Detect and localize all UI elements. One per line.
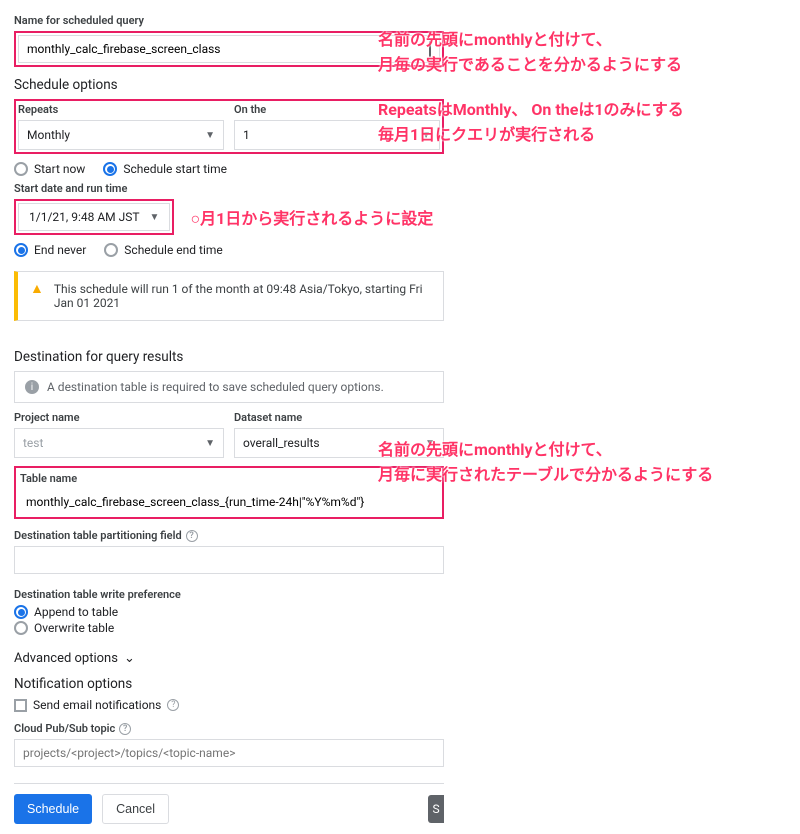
chevron-down-icon: ▼: [205, 130, 215, 141]
annotation-2: RepeatsはMonthly、 On theは1のみにする 毎月1日にクエリが…: [378, 98, 684, 148]
help-icon[interactable]: ?: [186, 530, 198, 542]
destination-note-text: A destination table is required to save …: [47, 380, 384, 394]
schedule-button[interactable]: Schedule: [14, 794, 92, 824]
schedule-info-banner: ▲ This schedule will run 1 of the month …: [14, 271, 444, 321]
append-radio[interactable]: Append to table: [14, 605, 444, 619]
dataset-name-value: overall_results: [243, 436, 320, 450]
start-now-radio[interactable]: Start now: [14, 162, 85, 176]
scheduled-query-name-input[interactable]: [19, 36, 421, 62]
project-name-value: test: [23, 436, 43, 450]
pubsub-input[interactable]: [14, 739, 444, 767]
schedule-info-text: This schedule will run 1 of the month at…: [54, 282, 431, 310]
start-now-label: Start now: [34, 162, 85, 176]
side-tab[interactable]: S: [428, 795, 444, 823]
notification-title: Notification options: [14, 676, 444, 692]
on-the-value: 1: [243, 128, 250, 142]
start-date-label: Start date and run time: [14, 182, 444, 195]
overwrite-radio[interactable]: Overwrite table: [14, 621, 444, 635]
destination-note: i A destination table is required to sav…: [14, 371, 444, 403]
schedule-end-radio[interactable]: Schedule end time: [104, 243, 222, 257]
end-never-label: End never: [34, 243, 86, 257]
project-name-label: Project name: [14, 411, 224, 424]
destination-title: Destination for query results: [14, 349, 444, 365]
dataset-name-label: Dataset name: [234, 411, 444, 424]
annotation-4: 名前の先頭にmonthlyと付けて、 月毎に実行されたテーブルで分かるようにする: [378, 438, 713, 488]
repeats-value: Monthly: [27, 128, 70, 142]
chevron-down-icon: ▼: [205, 438, 215, 449]
chevron-down-icon: ▼: [150, 212, 160, 223]
partition-input[interactable]: [14, 546, 444, 574]
repeats-label: Repeats: [18, 103, 224, 116]
table-name-label: Table name: [18, 470, 440, 485]
help-icon[interactable]: ?: [167, 699, 179, 711]
cancel-button[interactable]: Cancel: [102, 794, 169, 824]
annotation-1: 名前の先頭にmonthlyと付けて、 月毎の実行であることを分かるようにする: [378, 28, 682, 78]
pubsub-label: Cloud Pub/Sub topic ?: [14, 722, 444, 735]
send-email-checkbox[interactable]: Send email notifications ?: [14, 698, 444, 712]
project-name-select[interactable]: test ▼: [14, 428, 224, 458]
write-pref-label: Destination table write preference: [14, 588, 444, 601]
send-email-label: Send email notifications: [33, 698, 161, 712]
schedule-end-label: Schedule end time: [124, 243, 222, 257]
partition-label: Destination table partitioning field ?: [14, 529, 444, 542]
chevron-down-icon: ⌄: [124, 651, 135, 666]
advanced-label: Advanced options: [14, 651, 118, 666]
overwrite-label: Overwrite table: [34, 621, 114, 635]
repeats-select[interactable]: Monthly ▼: [18, 120, 224, 150]
schedule-start-radio[interactable]: Schedule start time: [103, 162, 227, 176]
schedule-options-title: Schedule options: [14, 77, 444, 93]
info-icon: i: [25, 380, 39, 394]
schedule-start-label: Schedule start time: [123, 162, 227, 176]
name-label: Name for scheduled query: [14, 14, 444, 27]
end-never-radio[interactable]: End never: [14, 243, 86, 257]
append-label: Append to table: [34, 605, 118, 619]
table-name-input[interactable]: [18, 489, 440, 515]
help-icon[interactable]: ?: [119, 723, 131, 735]
start-date-button[interactable]: 1/1/21, 9:48 AM JST ▼: [18, 203, 170, 231]
advanced-options-toggle[interactable]: Advanced options ⌄: [14, 651, 444, 666]
start-date-value: 1/1/21, 9:48 AM JST: [29, 210, 140, 224]
annotation-3: ○月1日から実行されるように設定: [190, 205, 433, 229]
warning-icon: ▲: [30, 282, 44, 310]
